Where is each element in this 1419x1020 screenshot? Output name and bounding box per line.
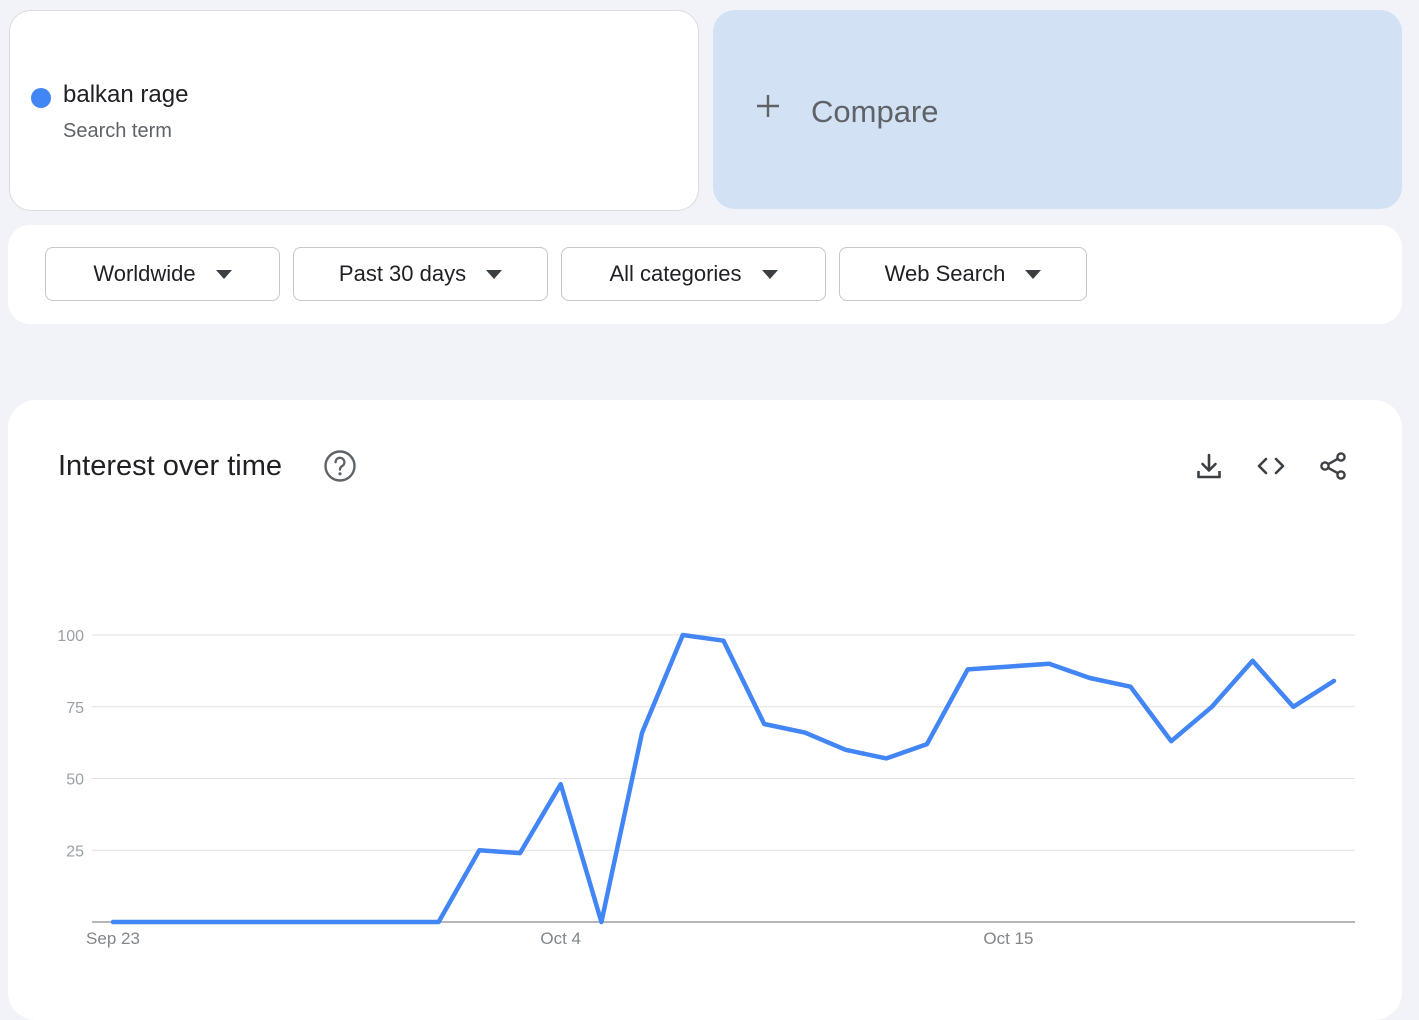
x-tick-label: Oct 4 — [540, 929, 581, 948]
y-tick-label: 100 — [57, 628, 84, 645]
x-tick-label: Sep 23 — [86, 929, 140, 948]
y-tick-label: 75 — [66, 700, 84, 717]
interest-line-chart: 100 75 50 25 Sep 23 Oct 4 Oct 15 — [57, 628, 1355, 948]
x-tick-label: Oct 15 — [983, 929, 1033, 948]
y-tick-label: 50 — [66, 772, 84, 789]
y-tick-label: 25 — [66, 843, 84, 860]
